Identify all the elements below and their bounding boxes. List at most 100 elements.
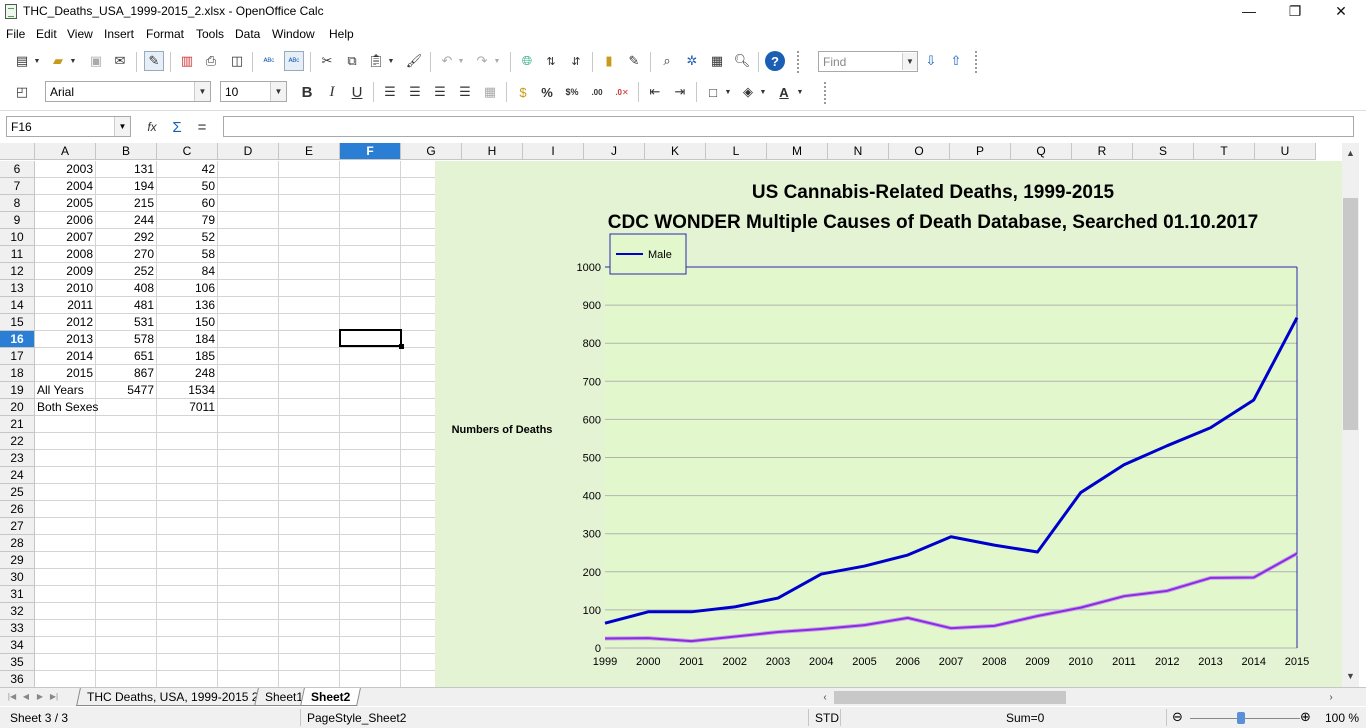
cell-c29[interactable]	[157, 552, 218, 569]
row-header-29[interactable]: 29	[0, 552, 35, 569]
cell-f28[interactable]	[340, 535, 401, 552]
spreadsheet-grid[interactable]: ABCDEFGHIJKLMNOPQRSTU 6 2003 131 42 7 2004 194…	[0, 143, 1342, 687]
cell-a17[interactable]: 2014	[35, 348, 96, 365]
cell-b31[interactable]	[96, 586, 157, 603]
cell-b18[interactable]: 867	[96, 365, 157, 382]
zoom-slider[interactable]	[1190, 718, 1300, 719]
row-header-15[interactable]: 15	[0, 314, 35, 331]
cell-e20[interactable]	[279, 399, 340, 416]
row-header-7[interactable]: 7	[0, 178, 35, 195]
help-icon[interactable]: ?	[765, 51, 785, 71]
cell-b19[interactable]: 5477	[96, 382, 157, 399]
cell-e33[interactable]	[279, 620, 340, 637]
column-header-o[interactable]: O	[889, 143, 950, 160]
row-header-26[interactable]: 26	[0, 501, 35, 518]
cell-e28[interactable]	[279, 535, 340, 552]
cell-d22[interactable]	[218, 433, 279, 450]
cell-a35[interactable]	[35, 654, 96, 671]
cell-b25[interactable]	[96, 484, 157, 501]
cell-b12[interactable]: 252	[96, 263, 157, 280]
menu-window[interactable]: Window	[272, 27, 315, 41]
column-header-i[interactable]: I	[523, 143, 584, 160]
cell-b22[interactable]	[96, 433, 157, 450]
cell-e25[interactable]	[279, 484, 340, 501]
background-color-icon[interactable]: ◈	[738, 82, 758, 102]
row-header-13[interactable]: 13	[0, 280, 35, 297]
cell-e6[interactable]	[279, 161, 340, 178]
cell-d18[interactable]	[218, 365, 279, 382]
cell-c11[interactable]: 58	[157, 246, 218, 263]
cell-b34[interactable]	[96, 637, 157, 654]
cell-e17[interactable]	[279, 348, 340, 365]
column-header-a[interactable]: A	[35, 143, 96, 160]
cell-a7[interactable]: 2004	[35, 178, 96, 195]
cell-b33[interactable]	[96, 620, 157, 637]
navigator-icon[interactable]: ✲	[682, 51, 702, 71]
cell-d26[interactable]	[218, 501, 279, 518]
cell-c30[interactable]	[157, 569, 218, 586]
hyperlink-icon[interactable]: 🌐︎	[517, 51, 537, 71]
cell-b27[interactable]	[96, 518, 157, 535]
menu-help[interactable]: Help	[329, 27, 354, 41]
zoom-slider-knob[interactable]	[1237, 712, 1245, 724]
menu-edit[interactable]: Edit	[36, 27, 57, 41]
cell-c8[interactable]: 60	[157, 195, 218, 212]
cell-e29[interactable]	[279, 552, 340, 569]
row-header-22[interactable]: 22	[0, 433, 35, 450]
next-sheet-icon[interactable]: ▶	[34, 690, 46, 704]
cell-a13[interactable]: 2010	[35, 280, 96, 297]
name-box-dropdown-icon[interactable]: ▼	[114, 117, 130, 136]
cell-b10[interactable]: 292	[96, 229, 157, 246]
selection-mode[interactable]: STD	[815, 711, 839, 725]
cell-d28[interactable]	[218, 535, 279, 552]
row-header-32[interactable]: 32	[0, 603, 35, 620]
row-header-23[interactable]: 23	[0, 450, 35, 467]
cell-b9[interactable]: 244	[96, 212, 157, 229]
clone-formatting-icon[interactable]: 🖌︎	[404, 51, 424, 71]
cell-b35[interactable]	[96, 654, 157, 671]
cell-f22[interactable]	[340, 433, 401, 450]
cell-a30[interactable]	[35, 569, 96, 586]
menu-tools[interactable]: Tools	[196, 27, 224, 41]
cell-d27[interactable]	[218, 518, 279, 535]
page-style[interactable]: PageStyle_Sheet2	[307, 711, 406, 725]
cell-b13[interactable]: 408	[96, 280, 157, 297]
cell-c27[interactable]	[157, 518, 218, 535]
cell-f33[interactable]	[340, 620, 401, 637]
email-icon[interactable]: ✉	[110, 51, 130, 71]
column-header-n[interactable]: N	[828, 143, 889, 160]
show-draw-functions-icon[interactable]: ✎	[624, 51, 644, 71]
cell-e14[interactable]	[279, 297, 340, 314]
cell-d21[interactable]	[218, 416, 279, 433]
cell-c34[interactable]	[157, 637, 218, 654]
row-header-24[interactable]: 24	[0, 467, 35, 484]
column-header-e[interactable]: E	[279, 143, 340, 160]
find-replace-icon[interactable]: ⌕	[657, 51, 677, 71]
cell-d35[interactable]	[218, 654, 279, 671]
cell-d24[interactable]	[218, 467, 279, 484]
scroll-up-icon[interactable]: ▲	[1342, 145, 1359, 162]
zoom-level[interactable]: 100 %	[1325, 711, 1359, 725]
cell-c6[interactable]: 42	[157, 161, 218, 178]
export-pdf-icon[interactable]: ▥	[177, 51, 197, 71]
cell-c16[interactable]: 184	[157, 331, 218, 348]
cell-a6[interactable]: 2003	[35, 161, 96, 178]
cell-f12[interactable]	[340, 263, 401, 280]
name-box[interactable]: F16 ▼	[6, 116, 131, 137]
cell-e9[interactable]	[279, 212, 340, 229]
sort-descending-icon[interactable]: ⇵	[566, 51, 586, 71]
cell-c20[interactable]: 7011	[157, 399, 218, 416]
toolbar-handle[interactable]	[797, 51, 803, 73]
cell-a10[interactable]: 2007	[35, 229, 96, 246]
row-header-8[interactable]: 8	[0, 195, 35, 212]
cell-d33[interactable]	[218, 620, 279, 637]
function-equals-icon[interactable]: =	[192, 117, 212, 137]
scroll-down-icon[interactable]: ▼	[1342, 668, 1359, 685]
sheet-tab-thc-deaths[interactable]: THC Deaths, USA, 1999-2015 2	[76, 688, 270, 706]
cell-b15[interactable]: 531	[96, 314, 157, 331]
previous-sheet-icon[interactable]: ◀	[20, 690, 32, 704]
cell-a36[interactable]	[35, 671, 96, 687]
cell-d6[interactable]	[218, 161, 279, 178]
row-header-11[interactable]: 11	[0, 246, 35, 263]
cell-b26[interactable]	[96, 501, 157, 518]
